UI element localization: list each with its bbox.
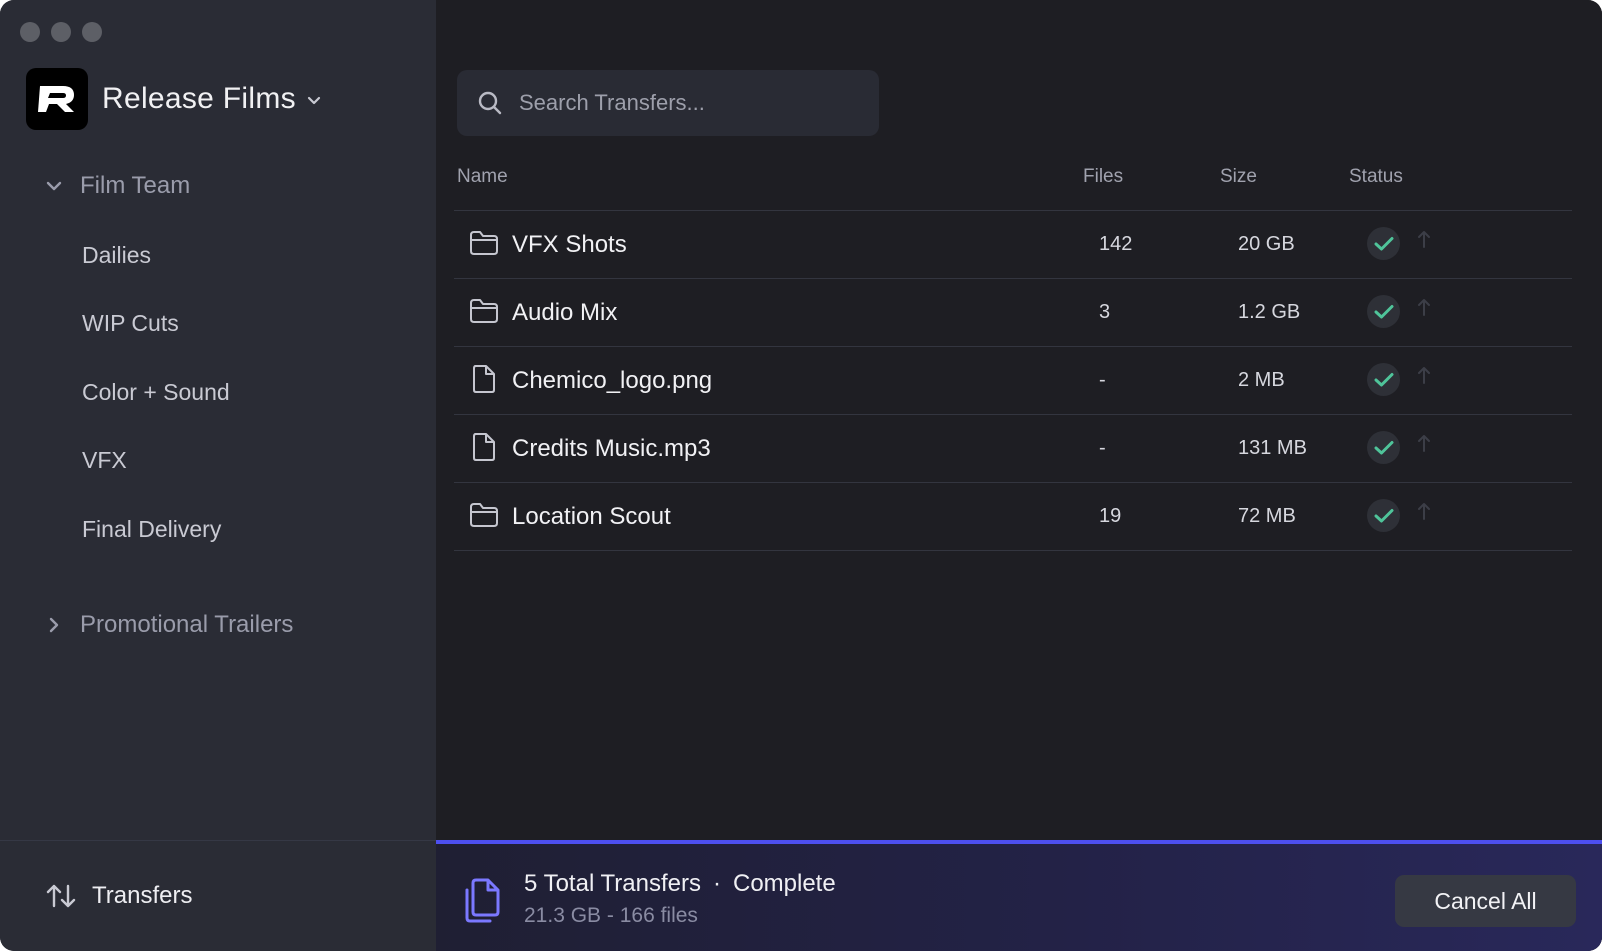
status-complete-badge <box>1367 227 1400 260</box>
sidebar-item-color-sound[interactable]: Color + Sound <box>82 379 230 406</box>
total-transfers-label: 5 Total Transfers <box>524 870 701 897</box>
transfer-summary-bar: 5 Total Transfers · Complete 21.3 GB - 166… <box>436 840 1602 951</box>
section-label: Promotional Trailers <box>80 611 294 638</box>
folder-icon <box>470 231 498 255</box>
table-row[interactable]: VFX Shots 142 20 GB <box>454 210 1572 278</box>
workspace-name: Release Films <box>102 82 296 115</box>
window-controls <box>20 22 102 42</box>
main-panel: Name Files Size Status VFX Shots 142 20 … <box>436 0 1602 951</box>
arrow-up-icon <box>1418 299 1430 316</box>
file-icon <box>473 365 495 393</box>
column-header-files[interactable]: Files <box>1083 166 1123 188</box>
sidebar-divider <box>0 840 436 841</box>
sidebar-item-vfx[interactable]: VFX <box>82 447 127 474</box>
folder-icon <box>470 503 498 527</box>
row-size: 131 MB <box>1238 437 1307 459</box>
sidebar-item-wip-cuts[interactable]: WIP Cuts <box>82 310 179 337</box>
status-complete-badge <box>1367 431 1400 464</box>
row-size: 20 GB <box>1238 233 1295 255</box>
arrow-up-icon <box>1418 503 1430 520</box>
transfer-arrows-icon <box>46 884 76 908</box>
checkmark-icon <box>1374 372 1393 386</box>
checkmark-icon <box>1374 508 1393 522</box>
app-window: Release Films Film Team Dailies WIP Cuts… <box>0 0 1602 951</box>
row-size: 1.2 GB <box>1238 301 1301 323</box>
transfer-summary-detail: 21.3 GB - 166 files <box>524 904 698 927</box>
workspace-logo <box>26 68 88 130</box>
row-size: 72 MB <box>1238 505 1296 527</box>
sidebar-item-transfers[interactable]: Transfers <box>44 882 192 910</box>
workspace-switcher[interactable]: Release Films <box>26 68 322 130</box>
r-logo-icon <box>38 86 74 112</box>
sidebar-section-promotional-trailers[interactable]: Promotional Trailers <box>44 611 293 639</box>
table-row[interactable]: Location Scout 19 72 MB <box>454 482 1572 551</box>
table-row[interactable]: Chemico_logo.png - 2 MB <box>454 346 1572 414</box>
transfer-state-label: Complete <box>732 870 836 897</box>
sidebar-item-dailies[interactable]: Dailies <box>82 242 151 269</box>
table-row[interactable]: Audio Mix 3 1.2 GB <box>454 278 1572 346</box>
transfers-table: VFX Shots 142 20 GB Audio Mix 3 1.2 GB C… <box>454 210 1572 551</box>
search-bar <box>457 70 879 136</box>
row-name: Audio Mix <box>512 299 618 326</box>
column-header-name[interactable]: Name <box>457 166 508 188</box>
row-name: VFX Shots <box>512 231 627 258</box>
arrow-up-icon <box>1418 367 1430 384</box>
arrow-up-icon <box>1418 435 1430 452</box>
chevron-down-icon <box>307 96 321 105</box>
column-header-size[interactable]: Size <box>1220 166 1257 188</box>
transfers-label: Transfers <box>92 882 193 909</box>
cancel-all-button[interactable]: Cancel All <box>1395 875 1576 927</box>
arrow-up-icon <box>1418 231 1430 248</box>
search-icon <box>478 91 502 115</box>
status-complete-badge <box>1367 363 1400 396</box>
separator-dot: · <box>712 870 721 897</box>
row-files: 142 <box>1099 233 1133 255</box>
minimize-window-button[interactable] <box>51 22 71 42</box>
sidebar-section-film-team[interactable]: Film Team <box>44 172 190 200</box>
folder-icon <box>470 299 498 323</box>
row-name: Location Scout <box>512 503 671 530</box>
table-header: Name Files Size Status <box>457 166 1572 194</box>
status-complete-badge <box>1367 499 1400 532</box>
checkmark-icon <box>1374 236 1393 250</box>
zoom-window-button[interactable] <box>82 22 102 42</box>
transfer-progress-bar <box>436 840 1602 844</box>
column-header-status[interactable]: Status <box>1349 166 1403 188</box>
close-window-button[interactable] <box>20 22 40 42</box>
sidebar-item-final-delivery[interactable]: Final Delivery <box>82 516 221 543</box>
chevron-down-icon <box>46 181 62 191</box>
status-complete-badge <box>1367 295 1400 328</box>
section-label: Film Team <box>80 172 191 199</box>
row-files: - <box>1099 369 1106 391</box>
row-size: 2 MB <box>1238 369 1285 391</box>
row-name: Chemico_logo.png <box>512 367 713 394</box>
checkmark-icon <box>1374 440 1393 454</box>
files-icon <box>465 878 500 923</box>
checkmark-icon <box>1374 304 1393 318</box>
row-files: - <box>1099 437 1106 459</box>
table-row[interactable]: Credits Music.mp3 - 131 MB <box>454 414 1572 482</box>
sidebar: Release Films Film Team Dailies WIP Cuts… <box>0 0 436 951</box>
transfer-summary-title: 5 Total Transfers · Complete <box>524 870 836 898</box>
chevron-right-icon <box>49 617 59 633</box>
row-name: Credits Music.mp3 <box>512 435 711 462</box>
search-input[interactable] <box>517 89 861 117</box>
row-files: 3 <box>1099 301 1111 323</box>
row-files: 19 <box>1099 505 1122 527</box>
file-icon <box>473 433 495 461</box>
